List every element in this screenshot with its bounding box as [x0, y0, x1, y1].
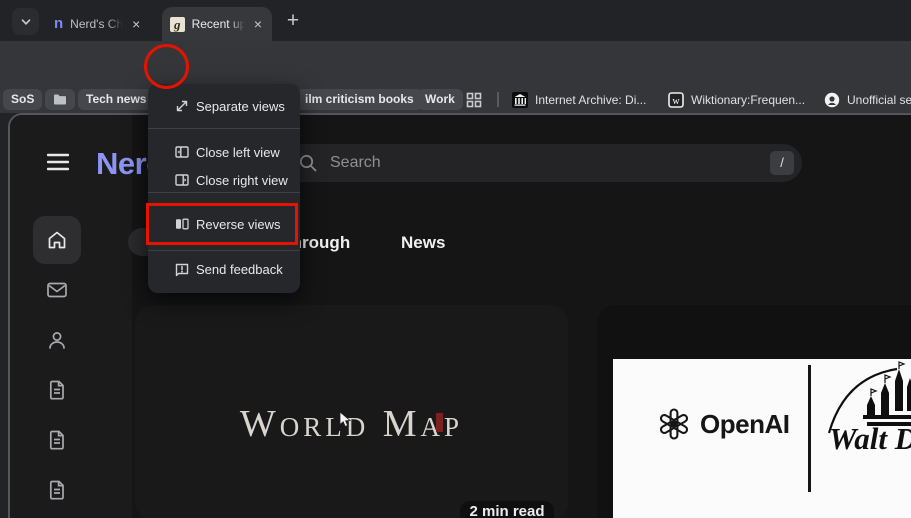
- svg-text:w: w: [672, 96, 680, 107]
- article-card-openai-disney[interactable]: OpenAI Walt D: [597, 305, 911, 518]
- tab-label: Nerd's Ch: [70, 17, 123, 31]
- close-left-pane-icon: [174, 144, 190, 160]
- bookmark-film-criticism-books[interactable]: ilm criticism books: [297, 89, 422, 110]
- bookmark-wiktionary[interactable]: w Wiktionary:Frequen...: [668, 89, 805, 110]
- logo-divider: [808, 365, 811, 492]
- menu-item-label: Close left view: [196, 145, 280, 160]
- search-bar[interactable]: /: [282, 144, 802, 182]
- bookmarks-bar: SoS Tech news ilm criticism books Work I…: [0, 86, 911, 113]
- bookmark-folder[interactable]: [45, 89, 75, 110]
- menu-item-label: Send feedback: [196, 262, 283, 277]
- close-tab-icon[interactable]: ×: [252, 17, 264, 31]
- apps-grid-icon[interactable]: [466, 92, 482, 108]
- bookmark-work[interactable]: Work: [417, 89, 463, 110]
- browser-window: n Nerd's Ch × g Recent up × +: [0, 0, 911, 518]
- article-card-world-map[interactable]: World Map 2 min read: [135, 305, 568, 518]
- home-icon: [45, 228, 69, 252]
- menu-separator: [148, 128, 300, 129]
- close-tab-icon[interactable]: ×: [130, 17, 142, 31]
- red-box-annotation: [146, 203, 298, 245]
- menu-item-close-left-view[interactable]: Close left view: [148, 138, 300, 166]
- bookmark-label: Wiktionary:Frequen...: [691, 93, 805, 107]
- tab-label: Recent up: [192, 17, 245, 31]
- sidebar-home-button[interactable]: [33, 216, 81, 264]
- tab-strip: n Nerd's Ch × g Recent up × +: [0, 0, 911, 41]
- bookmark-label: Unofficial se: [847, 93, 911, 107]
- menu-separator: [148, 250, 300, 251]
- menu-item-send-feedback[interactable]: Send feedback: [148, 255, 300, 283]
- bookmark-label: Internet Archive: Di...: [535, 93, 646, 107]
- read-time-badge: 2 min read: [460, 501, 554, 518]
- tab-search-button[interactable]: [12, 8, 39, 35]
- document-icon[interactable]: [45, 478, 69, 502]
- diagonal-arrows-icon: [174, 98, 190, 114]
- bookmarks-separator: [497, 92, 499, 107]
- mouse-cursor-icon: [339, 411, 352, 428]
- document-icon[interactable]: [45, 378, 69, 402]
- search-shortcut-key: /: [770, 151, 794, 175]
- red-seal-mark: [436, 413, 443, 432]
- split-view-menu: Separate views Close left view Close rig…: [148, 84, 300, 293]
- folder-icon: [53, 93, 67, 106]
- nerdschalk-favicon: n: [54, 16, 63, 32]
- nav-item-news[interactable]: News: [401, 233, 445, 253]
- archive-building-icon: [512, 92, 528, 108]
- menu-item-label: Close right view: [196, 173, 288, 188]
- close-right-pane-icon: [174, 172, 190, 188]
- github-mark-icon: [824, 92, 840, 108]
- feedback-bubble-icon: [174, 261, 190, 277]
- openai-logo: OpenAI: [657, 407, 789, 441]
- tab-recent-updates[interactable]: g Recent up ×: [162, 7, 272, 41]
- menu-item-close-right-view[interactable]: Close right view: [148, 166, 300, 194]
- search-icon: [298, 153, 318, 173]
- disney-wordmark: Walt D: [829, 421, 911, 457]
- tab-nerds-chalk[interactable]: n Nerd's Ch ×: [46, 7, 150, 41]
- red-circle-annotation: [144, 44, 189, 89]
- mail-icon[interactable]: [45, 278, 69, 302]
- search-input[interactable]: [328, 153, 770, 173]
- goodreads-favicon: g: [170, 17, 185, 32]
- menu-item-separate-views[interactable]: Separate views: [148, 92, 300, 120]
- hamburger-menu-icon[interactable]: [47, 153, 69, 171]
- toolbar: nerdschalk.com: [0, 41, 911, 86]
- wiktionary-w-icon: w: [668, 92, 684, 108]
- document-icon[interactable]: [45, 428, 69, 452]
- chevron-down-icon: [20, 16, 32, 28]
- bookmark-internet-archive[interactable]: Internet Archive: Di...: [512, 89, 646, 110]
- bookmark-tech-news[interactable]: Tech news: [78, 89, 154, 110]
- menu-separator: [148, 192, 300, 193]
- menu-item-label: Separate views: [196, 99, 285, 114]
- article-thumbnail: OpenAI Walt D: [613, 359, 911, 518]
- person-icon[interactable]: [45, 328, 69, 352]
- openai-flower-icon: [657, 407, 691, 441]
- bookmark-unofficial[interactable]: Unofficial se: [824, 89, 911, 110]
- new-tab-button[interactable]: +: [281, 9, 305, 33]
- split-view-page: Nerd / through News World Map 2 min read: [8, 113, 911, 518]
- openai-wordmark: OpenAI: [700, 409, 789, 440]
- bookmark-sos[interactable]: SoS: [3, 89, 42, 110]
